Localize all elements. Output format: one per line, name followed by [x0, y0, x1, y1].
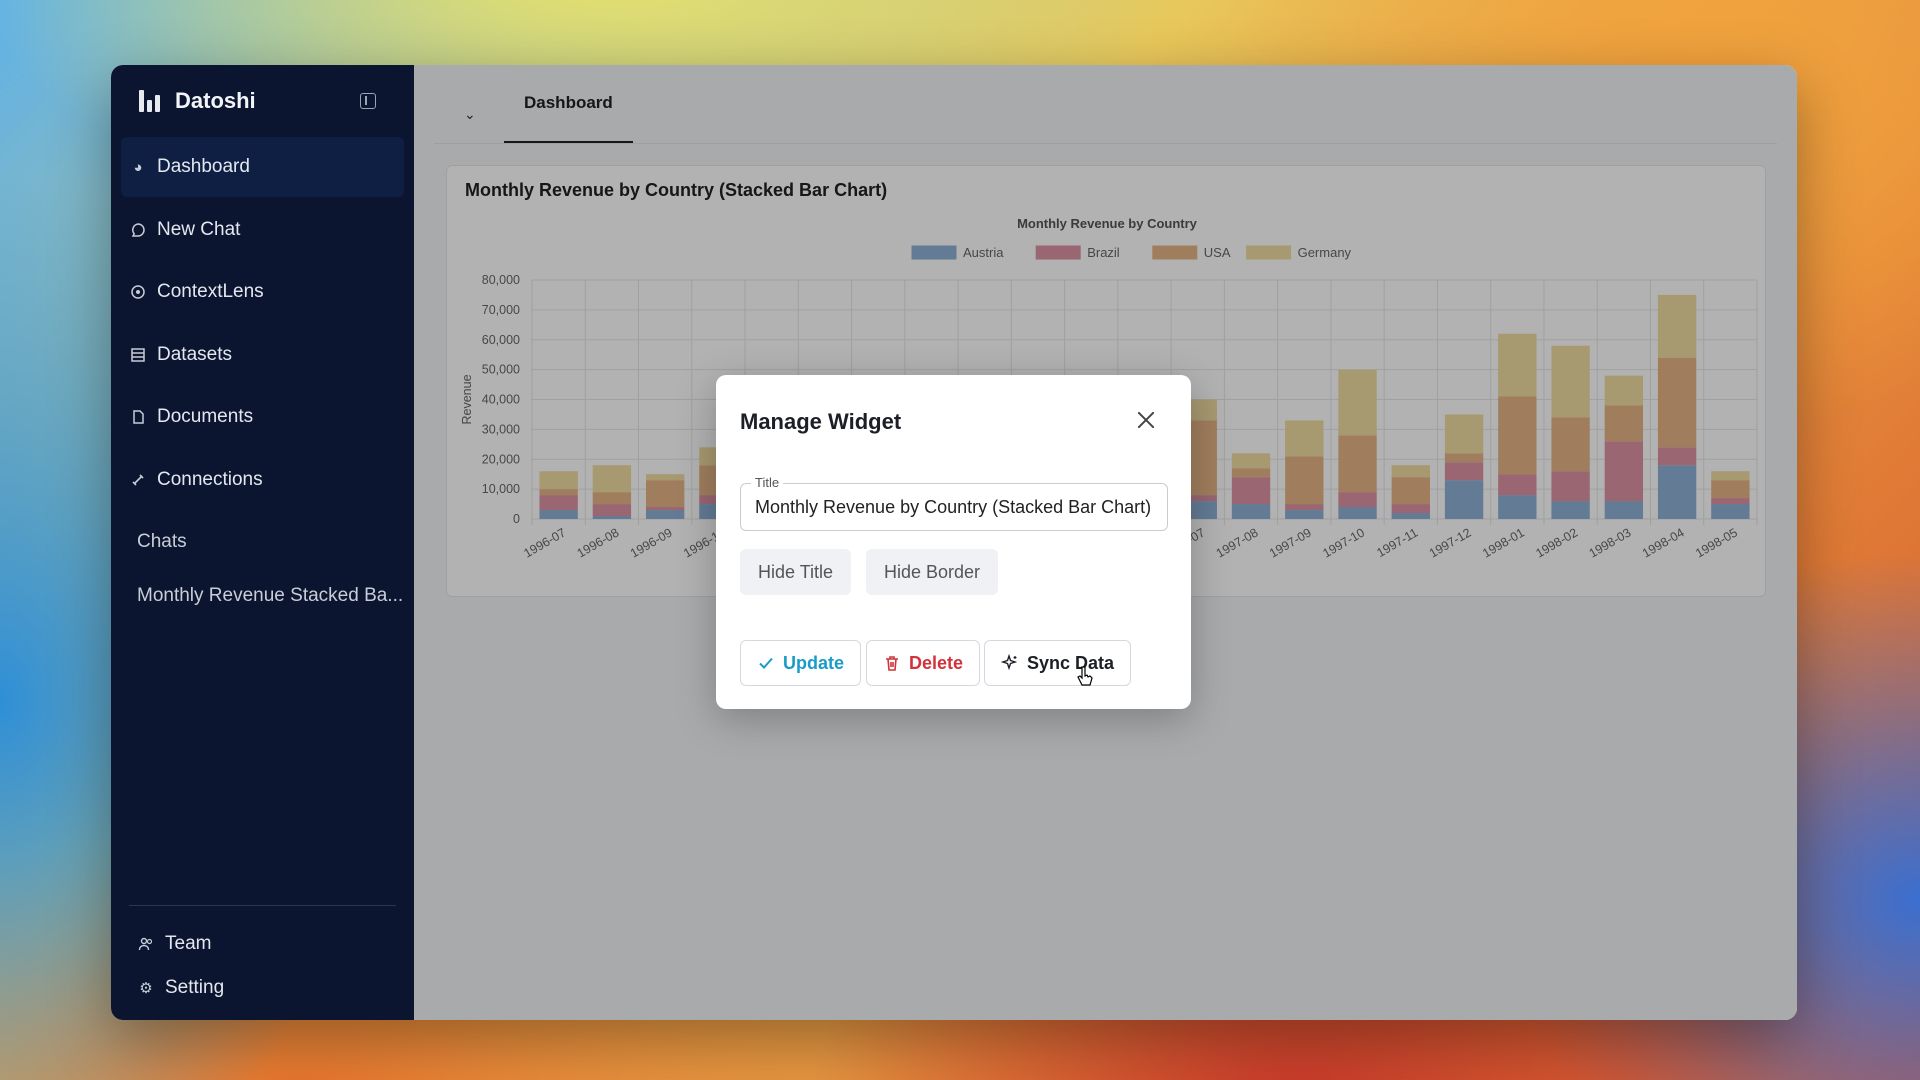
update-button-label: Update [783, 652, 845, 673]
sidebar-item-new-chat[interactable]: New Chat [121, 200, 404, 260]
documents-icon [129, 408, 147, 426]
title-field-label: Title [751, 475, 784, 490]
manage-widget-modal: Manage Widget Title Hide Title Hide Bord… [716, 375, 1191, 709]
close-icon[interactable] [1137, 411, 1155, 429]
brand-name: Datoshi [175, 88, 256, 113]
chat-bubble-icon [129, 221, 147, 239]
title-input[interactable] [741, 484, 1167, 530]
connections-icon [129, 471, 147, 489]
chats-section-label: Chats [137, 531, 187, 552]
gear-icon: ⚙ [139, 980, 153, 997]
title-field: Title [740, 475, 1168, 531]
sidebar-item-label: New Chat [157, 218, 241, 240]
sidebar-collapse-icon[interactable] [360, 93, 376, 109]
sidebar-item-connections[interactable]: Connections [121, 450, 404, 510]
hide-title-button[interactable]: Hide Title [740, 549, 852, 595]
pointer-cursor-icon [1077, 666, 1093, 686]
delete-button-label: Delete [909, 652, 964, 673]
sidebar-item-label: Team [165, 933, 212, 954]
sidebar-item-dashboard[interactable]: ◕ Dashboard [121, 137, 404, 197]
delete-button[interactable]: Delete [866, 640, 981, 686]
sidebar-bottom: Team ⚙ Setting [129, 905, 396, 1010]
sidebar-item-datasets[interactable]: Datasets [121, 325, 404, 385]
datasets-icon [129, 346, 147, 364]
modal-title: Manage Widget [740, 409, 902, 434]
sidebar: Datoshi ◕ Dashboard New Chat ContextLens [111, 65, 414, 1020]
update-button[interactable]: Update [740, 640, 862, 686]
context-lens-icon [129, 283, 147, 301]
sidebar-item-label: ContextLens [157, 281, 264, 302]
sidebar-nav: ◕ Dashboard New Chat ContextLens Dataset… [111, 137, 414, 510]
sidebar-item-setting[interactable]: ⚙ Setting [129, 966, 396, 1010]
sidebar-item-label: Setting [165, 977, 225, 998]
sync-data-button[interactable]: Sync Data [984, 640, 1132, 686]
sidebar-item-label: Connections [157, 468, 263, 490]
sync-data-button-label: Sync Data [1027, 652, 1115, 673]
trash-icon [886, 656, 898, 671]
sidebar-item-documents[interactable]: Documents [121, 387, 404, 447]
team-icon [137, 935, 155, 953]
sidebar-item-contextlens[interactable]: ContextLens [121, 262, 404, 322]
hide-border-button[interactable]: Hide Border [866, 549, 999, 595]
sidebar-item-team[interactable]: Team [129, 922, 396, 966]
bar-chart-logo-icon [139, 90, 161, 112]
dashboard-icon: ◕ [133, 158, 143, 176]
sidebar-item-label: Documents [157, 406, 254, 427]
check-icon [759, 657, 773, 669]
sidebar-item-label: Datasets [157, 343, 232, 365]
sparkle-icon [1001, 654, 1018, 671]
sidebar-item-label: Dashboard [157, 156, 250, 177]
chat-item[interactable]: Monthly Revenue Stacked Ba... [111, 572, 414, 620]
